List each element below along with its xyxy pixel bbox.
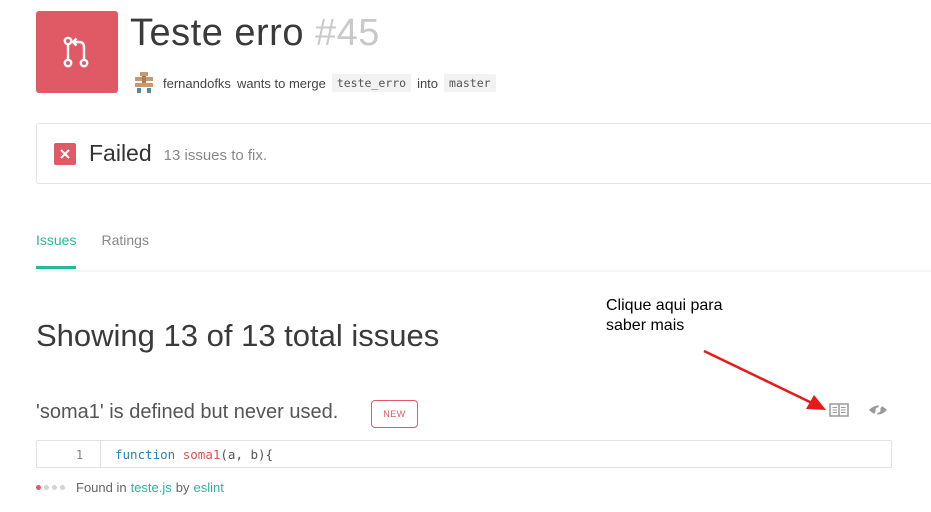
into-text: into (417, 75, 439, 91)
found-info: Found in teste.js by eslint (36, 480, 228, 495)
tab-issues[interactable]: Issues (36, 232, 77, 269)
book-icon[interactable] (829, 402, 849, 418)
author-name[interactable]: fernandofks (163, 76, 231, 91)
source-branch: teste_erro (331, 74, 412, 92)
pr-title: Teste erro (130, 12, 304, 54)
code-line: function soma1(a, b){ (101, 447, 273, 462)
severity-dots-icon (36, 485, 68, 490)
tabs-divider (36, 270, 931, 272)
annotation-line-1: Clique aqui para (606, 297, 723, 314)
status-detail: 13 issues to fix. (163, 147, 268, 164)
target-branch: master (444, 74, 496, 92)
hide-eye-icon[interactable] (868, 403, 888, 417)
merge-text: wants to merge (236, 75, 326, 91)
annotation-line-2: saber mais (606, 317, 685, 334)
code-rest: (a, b){ (220, 446, 274, 462)
failed-icon (54, 142, 76, 165)
pull-request-icon (63, 36, 89, 68)
tab-ratings[interactable]: Ratings (101, 232, 148, 269)
issue-message: 'soma1' is defined but never used. (36, 401, 339, 423)
pr-number: #45 (315, 12, 380, 54)
status-panel: Failed 13 issues to fix. (36, 123, 931, 184)
merge-info: fernandofks wants to merge teste_erro in… (133, 71, 496, 95)
found-prefix: Found in (76, 480, 127, 495)
annotation-text: Clique aqui para saber mais (606, 296, 723, 336)
found-by: by (175, 480, 190, 495)
tabs: Issues Ratings (36, 232, 174, 269)
line-number: 1 (37, 441, 101, 467)
page-title: Teste erro #45 (130, 12, 380, 55)
code-keyword: function (115, 446, 176, 462)
code-function-name: soma1 (182, 446, 221, 462)
avatar (135, 72, 153, 93)
code-snippet: 1 function soma1(a, b){ (36, 440, 892, 468)
pull-request-icon-box (36, 11, 118, 93)
issues-summary: Showing 13 of 13 total issues (36, 318, 440, 353)
annotation-arrow-icon (703, 349, 826, 410)
tool-link[interactable]: eslint (194, 480, 224, 495)
new-badge: NEW (371, 400, 418, 428)
file-link[interactable]: teste.js (131, 480, 172, 495)
status-label: Failed (89, 140, 152, 166)
